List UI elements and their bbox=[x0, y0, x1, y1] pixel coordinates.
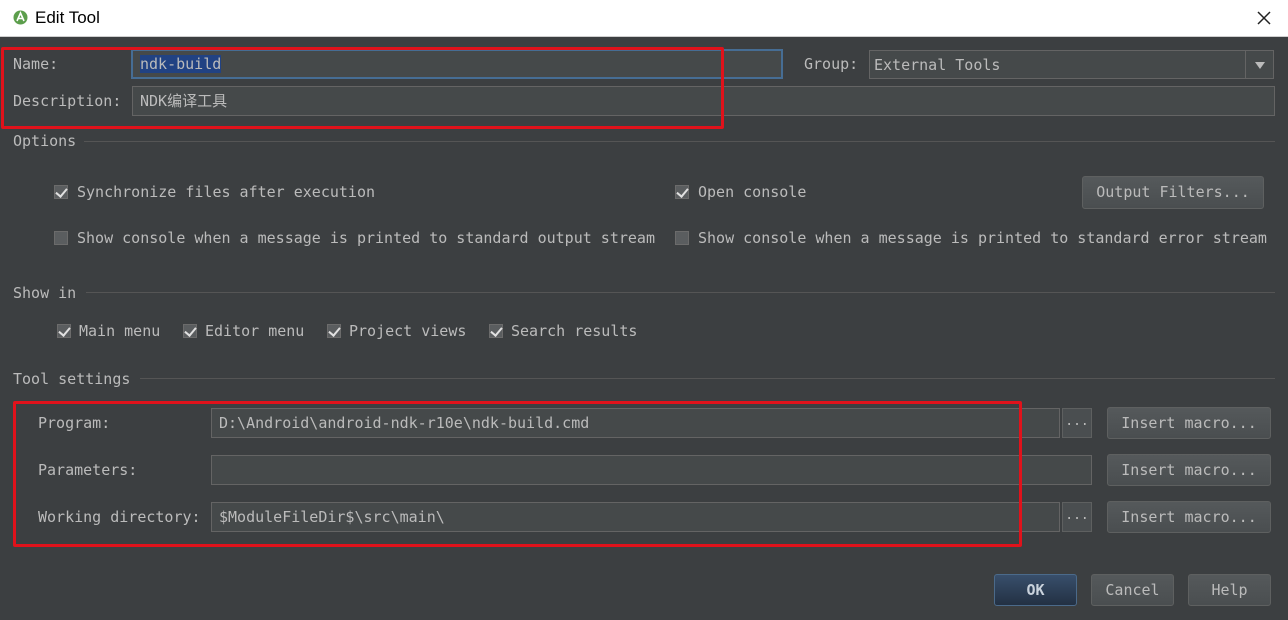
cancel-button[interactable]: Cancel bbox=[1091, 574, 1174, 606]
highlight-box-tool-settings bbox=[13, 401, 1022, 547]
android-studio-icon bbox=[13, 10, 28, 25]
output-filters-button[interactable]: Output Filters... bbox=[1082, 176, 1264, 209]
search-results-checkbox[interactable] bbox=[489, 324, 503, 338]
project-views-label: Project views bbox=[349, 322, 467, 340]
tool-settings-divider bbox=[140, 378, 1275, 379]
options-divider bbox=[84, 141, 1275, 142]
show-in-divider bbox=[86, 292, 1275, 293]
editor-menu-label: Editor menu bbox=[205, 322, 305, 340]
open-console-label: Open console bbox=[698, 183, 807, 201]
main-menu-label: Main menu bbox=[79, 322, 161, 340]
show-in-header: Show in bbox=[13, 284, 77, 302]
editor-menu-checkbox[interactable] bbox=[183, 324, 197, 338]
search-results-label: Search results bbox=[511, 322, 638, 340]
close-icon[interactable] bbox=[1252, 6, 1276, 30]
highlight-box-name-description bbox=[1, 47, 724, 129]
working-directory-browse-button[interactable]: ... bbox=[1062, 502, 1092, 532]
program-insert-macro-button[interactable]: Insert macro... bbox=[1107, 407, 1271, 439]
show-console-stderr-checkbox[interactable] bbox=[675, 231, 689, 245]
show-console-stdout-label: Show console when a message is printed t… bbox=[77, 229, 655, 247]
group-combobox[interactable]: External Tools bbox=[869, 50, 1274, 79]
program-browse-button[interactable]: ... bbox=[1062, 408, 1092, 438]
working-directory-insert-macro-button[interactable]: Insert macro... bbox=[1107, 501, 1271, 533]
group-value: External Tools bbox=[874, 56, 1001, 74]
sync-files-label: Synchronize files after execution bbox=[77, 183, 376, 201]
show-console-stderr-label: Show console when a message is printed t… bbox=[698, 229, 1267, 247]
parameters-insert-macro-button[interactable]: Insert macro... bbox=[1107, 454, 1271, 486]
group-label: Group: bbox=[804, 55, 859, 73]
help-button[interactable]: Help bbox=[1188, 574, 1271, 606]
window-title: Edit Tool bbox=[35, 8, 100, 27]
project-views-checkbox[interactable] bbox=[327, 324, 341, 338]
tool-settings-header: Tool settings bbox=[13, 370, 131, 388]
title-bar: Edit Tool bbox=[0, 0, 1288, 37]
options-header: Options bbox=[13, 132, 77, 150]
chevron-down-icon[interactable] bbox=[1245, 51, 1273, 79]
ok-button[interactable]: OK bbox=[994, 574, 1077, 606]
show-console-stdout-checkbox[interactable] bbox=[54, 231, 68, 245]
sync-files-checkbox[interactable] bbox=[54, 185, 68, 199]
main-menu-checkbox[interactable] bbox=[57, 324, 71, 338]
open-console-checkbox[interactable] bbox=[675, 185, 689, 199]
